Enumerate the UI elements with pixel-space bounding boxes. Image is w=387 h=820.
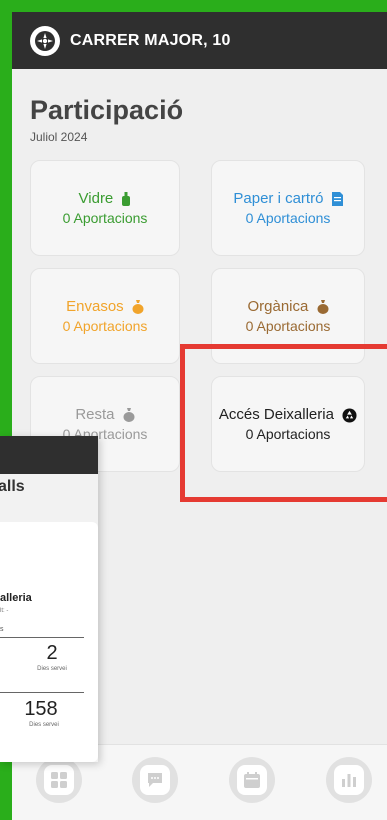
bag-icon — [123, 408, 135, 423]
card-title: Vidre — [78, 190, 114, 207]
logo-icon — [30, 25, 60, 56]
overlay-header — [0, 436, 98, 474]
divider — [0, 692, 84, 693]
card-envasos[interactable]: Envasos 0 Aportacions — [30, 268, 180, 364]
card-paper[interactable]: Paper i cartró 0 Aportacions — [211, 160, 365, 256]
overlay-card-title: alleria — [0, 592, 32, 604]
card-title: Resta — [75, 406, 115, 423]
chat-icon[interactable] — [132, 757, 178, 803]
calendar-icon[interactable] — [229, 757, 275, 803]
stat-label: Dies servei — [37, 666, 67, 672]
card-count: 0 Aportacions — [62, 318, 148, 334]
stat-label: Dies servei — [29, 722, 59, 728]
card-title: Orgànica — [247, 298, 309, 315]
card-count: 0 Aportacions — [245, 210, 331, 226]
card-title: Envasos — [66, 298, 124, 315]
card-count: 0 Aportacions — [62, 210, 148, 226]
divider — [0, 637, 84, 638]
chart-icon[interactable] — [326, 757, 372, 803]
bag-icon — [317, 300, 329, 315]
stat-value: 158 — [24, 698, 58, 720]
paper-icon — [331, 192, 343, 207]
card-count: 0 Aportacions — [245, 318, 331, 334]
bottle-icon — [122, 192, 131, 207]
overlay-card: alleria lt: - s 2 Dies servei 158 Dies s… — [0, 522, 98, 762]
grid-icon[interactable] — [36, 757, 82, 803]
address-title: CARRER MAJOR, 10 — [70, 31, 231, 49]
overlay-window: alls alleria lt: - s 2 Dies servei 158 D… — [0, 436, 98, 762]
page-title: Participació — [30, 95, 184, 125]
bag-icon — [132, 300, 144, 315]
card-vidre[interactable]: Vidre 0 Aportacions — [30, 160, 180, 256]
top-bar: CARRER MAJOR, 10 — [12, 12, 387, 69]
highlight-box — [180, 344, 387, 502]
page-subtitle: Juliol 2024 — [30, 130, 88, 144]
card-title: Paper i cartró — [233, 190, 324, 207]
overlay-card-sub: lt: - — [0, 608, 9, 614]
overlay-small-label: s — [0, 626, 4, 633]
stat-value: 2 — [46, 642, 58, 664]
overlay-title: alls — [0, 478, 25, 495]
